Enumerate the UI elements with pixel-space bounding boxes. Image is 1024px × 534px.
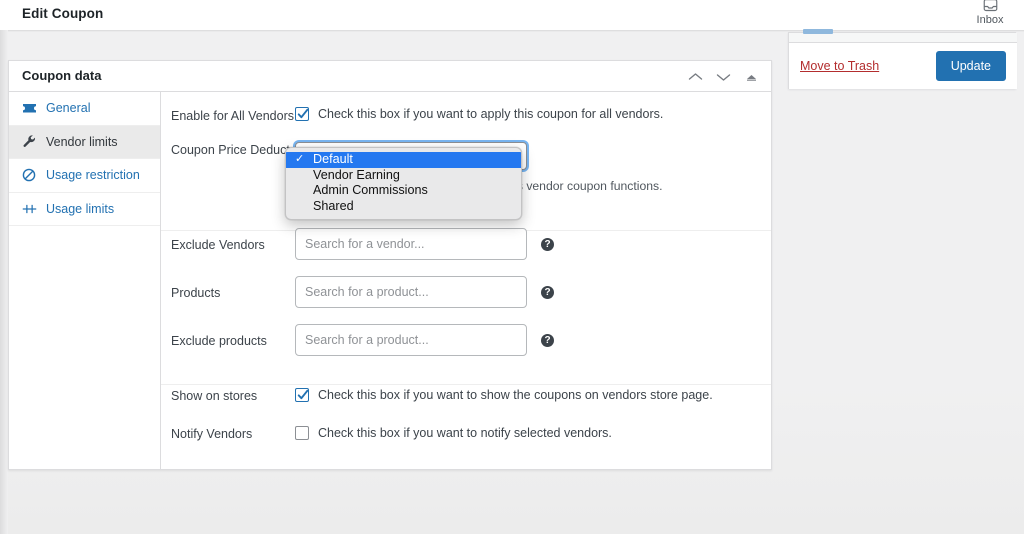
- sidebar-item-usage-limits[interactable]: Usage limits: [9, 193, 160, 226]
- metabox-title: Coupon data: [22, 68, 102, 83]
- move-up-button[interactable]: [681, 63, 709, 91]
- products-input[interactable]: [295, 276, 527, 308]
- description-line-2: coupon functions.: [566, 179, 663, 193]
- ticket-icon: [21, 100, 37, 116]
- show-on-stores-checkbox[interactable]: [295, 388, 309, 402]
- publish-box-accent-bar: [803, 29, 833, 34]
- checkmark-icon: [297, 108, 309, 119]
- exclude-vendors-help-icon[interactable]: ?: [541, 238, 554, 251]
- field-label: Coupon Price Deduct: [171, 143, 290, 157]
- coupon-price-deduct-dropdown[interactable]: ✓ Default Vendor Earning Admin Commissio…: [285, 147, 522, 220]
- sidebar-item-label: General: [46, 101, 91, 115]
- inbox-label: Inbox: [976, 14, 1004, 26]
- coupon-data-metabox: Coupon data General Vendor limits Usage …: [8, 60, 772, 470]
- field-label: Exclude Vendors: [171, 238, 265, 252]
- panel-divider-2: [161, 384, 771, 385]
- chevron-down-icon: [716, 73, 730, 81]
- inbox-tray-icon: [983, 0, 997, 12]
- sidebar-item-label: Usage restriction: [46, 168, 140, 182]
- field-exclude-vendors: Exclude Vendors ?: [161, 228, 771, 260]
- dropdown-option-label: Default: [313, 152, 353, 166]
- publish-box-strip: [789, 29, 1017, 43]
- field-label: Products: [171, 286, 221, 300]
- move-to-trash-link[interactable]: Move to Trash: [800, 59, 879, 73]
- coupon-data-tabs: General Vendor limits Usage restriction …: [9, 92, 161, 469]
- checkmark-icon: ✓: [295, 153, 305, 165]
- enable-all-vendors-checkbox[interactable]: [295, 107, 309, 121]
- field-notify-vendors: Notify Vendors Check this box if you wan…: [161, 426, 771, 442]
- field-label: Notify Vendors: [171, 427, 253, 441]
- checkmark-icon: [297, 389, 309, 400]
- sidebar-item-general[interactable]: General: [9, 92, 160, 126]
- field-label: Enable for All Vendors: [171, 109, 294, 123]
- notify-vendors-checkbox[interactable]: [295, 426, 309, 440]
- metabox-header: Coupon data: [9, 61, 771, 92]
- dropdown-option-shared[interactable]: Shared: [286, 199, 521, 215]
- dropdown-option-default[interactable]: ✓ Default: [286, 152, 521, 168]
- exclude-products-help-icon[interactable]: ?: [541, 334, 554, 347]
- dropdown-option-label: Shared: [313, 198, 354, 213]
- admin-topbar: Edit Coupon Inbox: [0, 0, 1024, 30]
- sidebar-item-usage-restriction[interactable]: Usage restriction: [9, 159, 160, 193]
- field-enable-for-all-vendors: Enable for All Vendors Check this box if…: [161, 92, 771, 124]
- publish-metabox: Move to Trash Update: [788, 29, 1017, 89]
- show-on-stores-description: Check this box if you want to show the c…: [318, 388, 713, 402]
- toggle-panel-button[interactable]: [737, 63, 765, 91]
- collapse-toggle-icon: [746, 74, 756, 81]
- field-exclude-products: Exclude products ?: [161, 324, 771, 356]
- sidebar-item-label: Vendor limits: [46, 134, 118, 149]
- field-label: Show on stores: [171, 389, 258, 403]
- exclude-vendors-input[interactable]: [295, 228, 527, 260]
- move-down-button[interactable]: [709, 63, 737, 91]
- chevron-up-icon: [688, 72, 702, 80]
- products-help-icon[interactable]: ?: [541, 286, 554, 299]
- update-button[interactable]: Update: [935, 51, 1006, 81]
- dropdown-option-label: Admin Commissions: [313, 183, 428, 197]
- dropdown-option-admin-commissions[interactable]: Admin Commissions: [286, 183, 521, 199]
- sidebar-item-vendor-limits[interactable]: Vendor limits: [9, 125, 160, 159]
- sidebar-item-label: Usage limits: [46, 201, 115, 216]
- left-gutter: [0, 30, 8, 534]
- dropdown-option-vendor-earning[interactable]: Vendor Earning: [286, 168, 521, 184]
- field-products: Products ?: [161, 276, 771, 308]
- dropdown-option-label: Vendor Earning: [313, 167, 400, 182]
- publish-actions: Move to Trash Update: [789, 43, 1017, 89]
- metabox-handle-actions: [681, 61, 765, 92]
- edit-coupon-page: Edit Coupon Inbox Coupon data General Ve…: [0, 0, 1024, 534]
- field-label: Exclude products: [171, 334, 267, 348]
- exclude-products-input[interactable]: [295, 324, 527, 356]
- wrench-icon: [21, 134, 37, 150]
- field-show-on-stores: Show on stores Check this box if you wan…: [161, 388, 771, 404]
- inbox-widget[interactable]: Inbox: [962, 0, 1018, 26]
- limit-marker-icon: [21, 201, 37, 217]
- page-title: Edit Coupon: [22, 6, 104, 21]
- enable-all-vendors-description: Check this box if you want to apply this…: [318, 107, 664, 121]
- notify-vendors-description: Check this box if you want to notify sel…: [318, 426, 612, 440]
- no-entry-icon: [21, 167, 37, 183]
